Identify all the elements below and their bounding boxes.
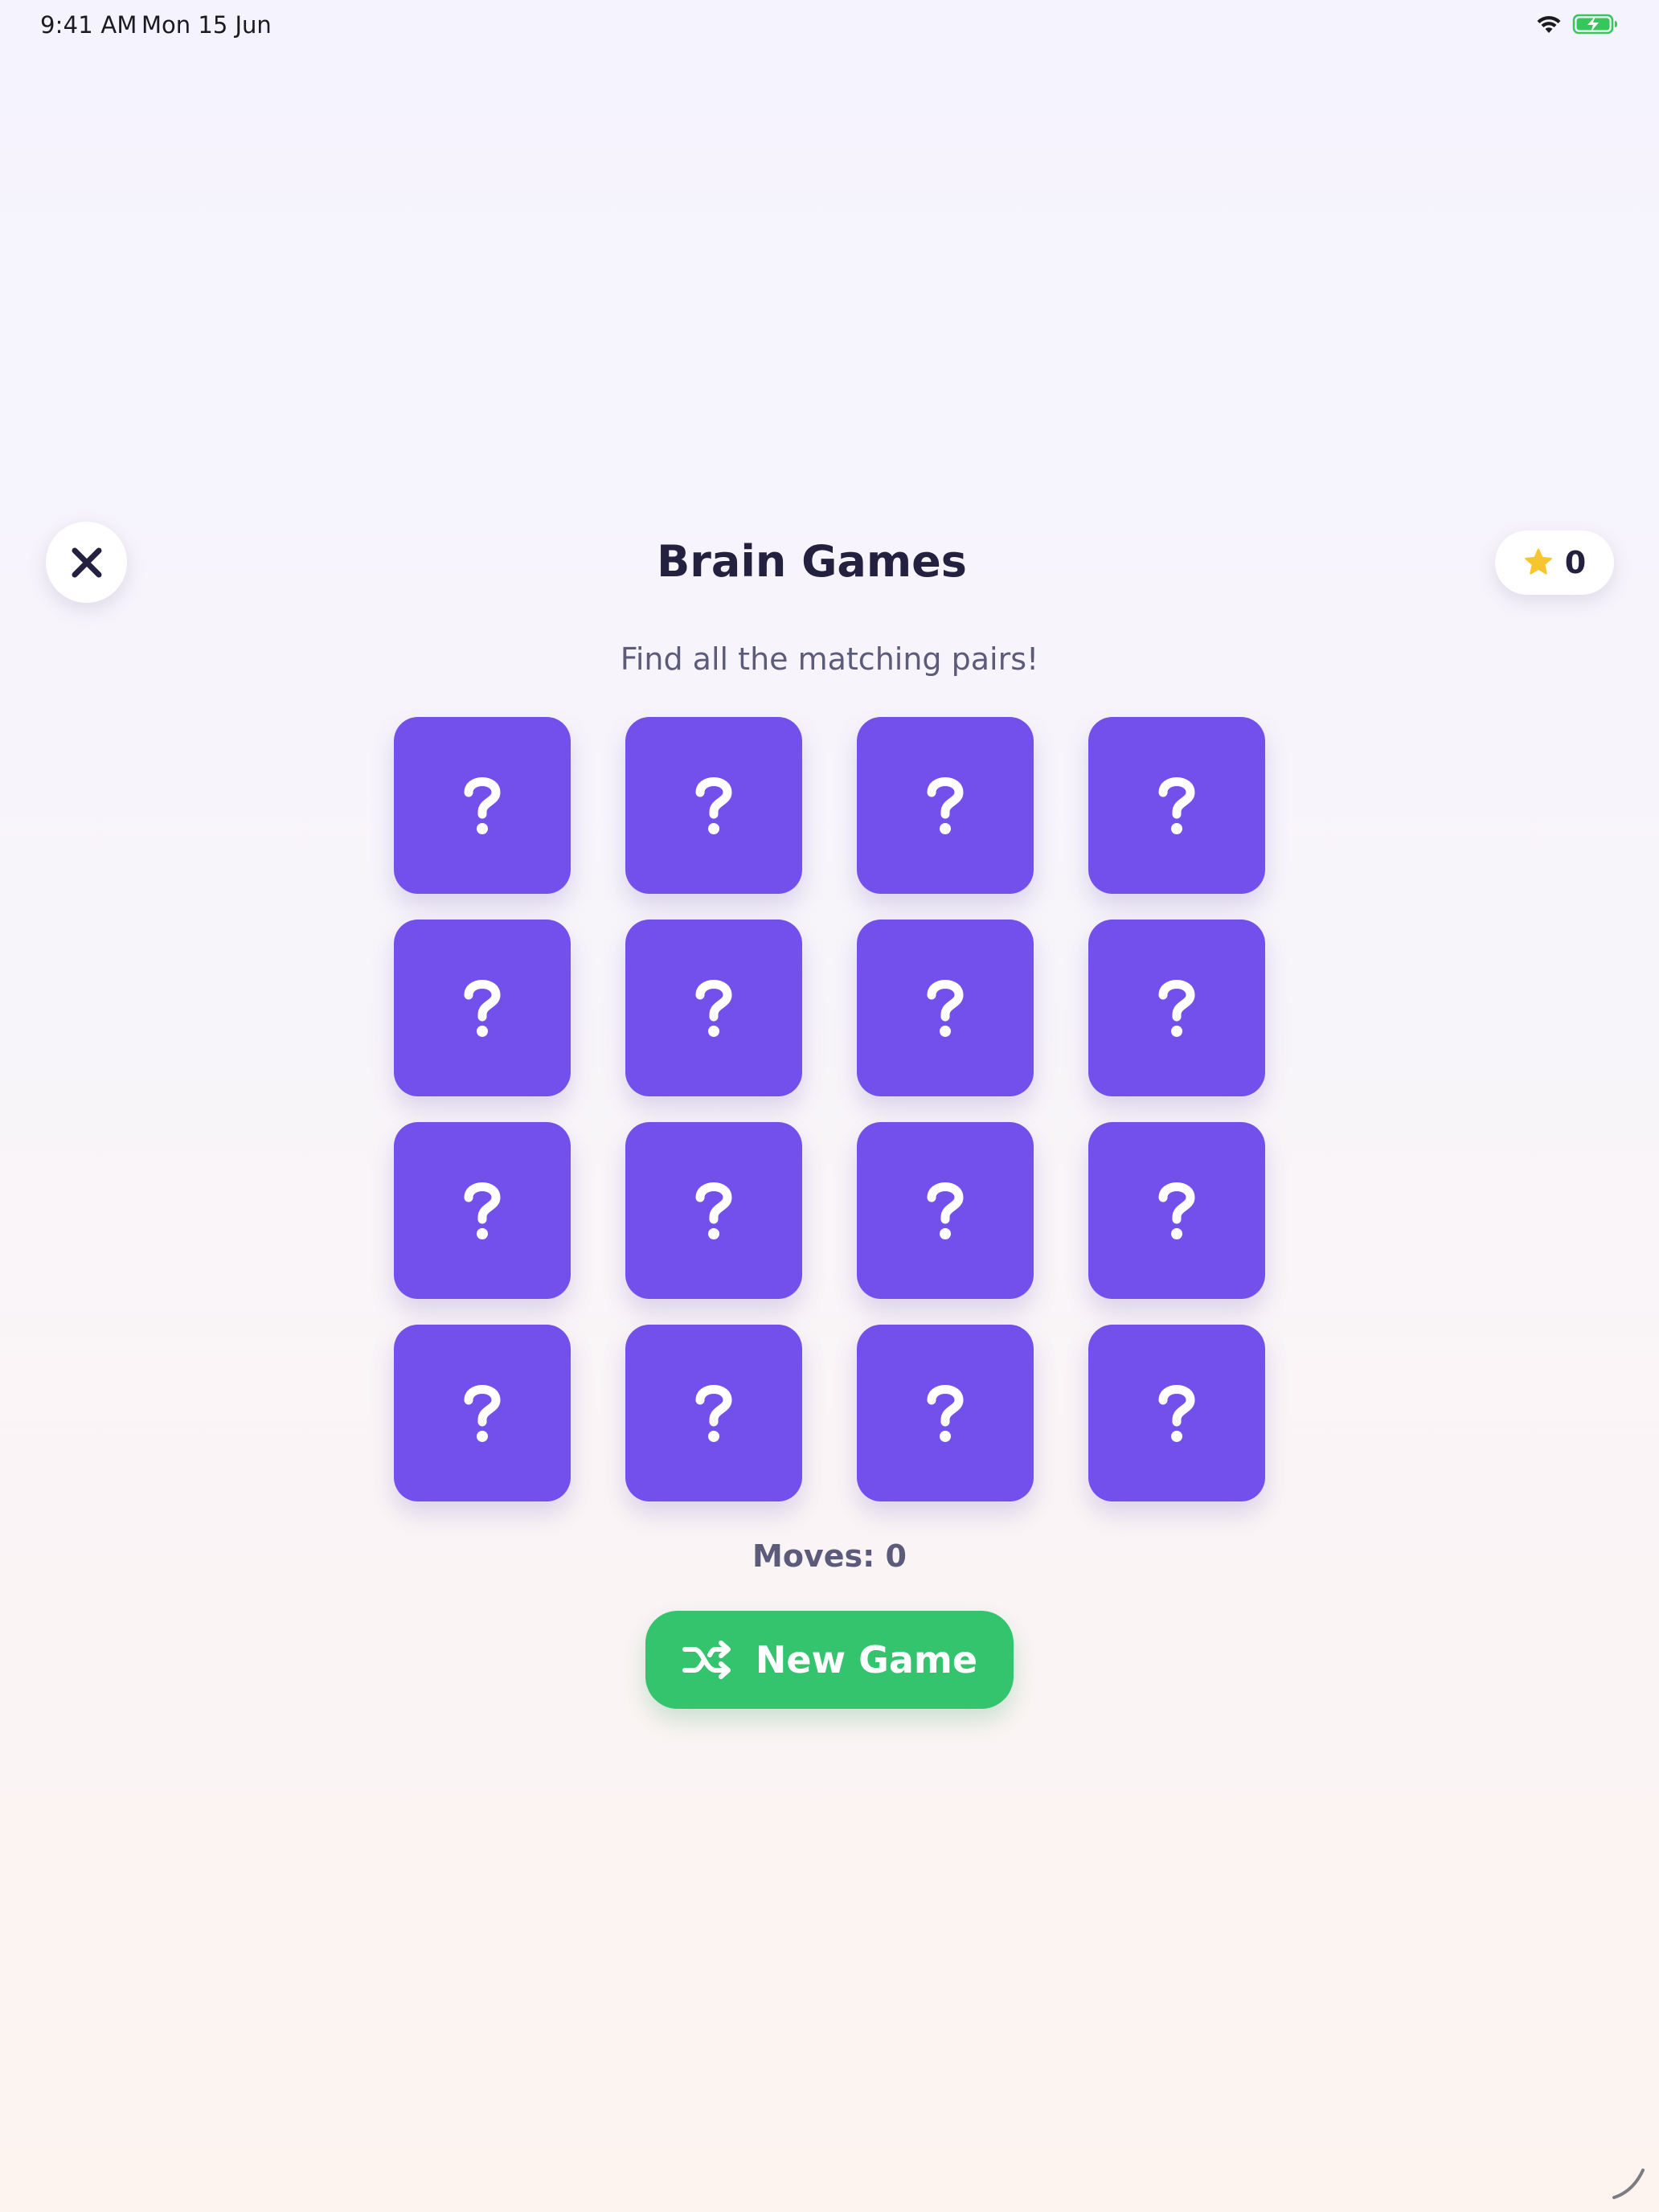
- question-mark-icon: [695, 777, 732, 834]
- memory-card-r1c2[interactable]: [625, 717, 802, 894]
- memory-card-r4c2[interactable]: [625, 1325, 802, 1501]
- question-mark-icon: [1158, 980, 1195, 1037]
- question-mark-icon: [695, 980, 732, 1037]
- memory-card-r4c3[interactable]: [857, 1325, 1034, 1501]
- question-mark-icon: [464, 980, 501, 1037]
- question-mark-icon: [464, 777, 501, 834]
- memory-card-r2c2[interactable]: [625, 920, 802, 1096]
- new-game-button[interactable]: New Game: [645, 1611, 1014, 1709]
- new-game-label: New Game: [755, 1638, 978, 1682]
- card-grid: [394, 717, 1265, 1501]
- shuffle-icon: [682, 1641, 731, 1679]
- moves-counter: Moves: 0: [752, 1538, 907, 1574]
- question-mark-icon: [1158, 1182, 1195, 1239]
- memory-card-r2c1[interactable]: [394, 920, 571, 1096]
- question-mark-icon: [695, 1182, 732, 1239]
- status-time: 9:41 AM: [40, 11, 137, 39]
- battery-charging-icon: [1572, 14, 1617, 35]
- question-mark-icon: [927, 1182, 964, 1239]
- score-badge: 0: [1495, 530, 1614, 595]
- memory-card-r3c3[interactable]: [857, 1122, 1034, 1299]
- question-mark-icon: [1158, 1385, 1195, 1442]
- question-mark-icon: [927, 777, 964, 834]
- question-mark-icon: [695, 1385, 732, 1442]
- instructions-text: Find all the matching pairs!: [620, 641, 1039, 677]
- status-date: Mon 15 Jun: [141, 11, 272, 39]
- memory-card-r1c4[interactable]: [1088, 717, 1265, 894]
- memory-card-r2c3[interactable]: [857, 920, 1034, 1096]
- question-mark-icon: [464, 1385, 501, 1442]
- memory-card-r3c1[interactable]: [394, 1122, 571, 1299]
- pencil-stroke-icon: [1612, 2169, 1645, 2199]
- score-value: 0: [1564, 545, 1587, 580]
- question-mark-icon: [927, 980, 964, 1037]
- memory-card-r4c1[interactable]: [394, 1325, 571, 1501]
- memory-card-r1c1[interactable]: [394, 717, 571, 894]
- memory-card-r3c4[interactable]: [1088, 1122, 1265, 1299]
- question-mark-icon: [464, 1182, 501, 1239]
- question-mark-icon: [1158, 777, 1195, 834]
- question-mark-icon: [927, 1385, 964, 1442]
- memory-card-r1c3[interactable]: [857, 717, 1034, 894]
- status-icons: [1535, 13, 1619, 35]
- memory-card-r2c4[interactable]: [1088, 920, 1265, 1096]
- star-icon: [1525, 548, 1552, 575]
- wifi-icon: [1537, 15, 1561, 33]
- memory-card-r3c2[interactable]: [625, 1122, 802, 1299]
- page-title: Brain Games: [657, 536, 967, 587]
- memory-card-r4c4[interactable]: [1088, 1325, 1265, 1501]
